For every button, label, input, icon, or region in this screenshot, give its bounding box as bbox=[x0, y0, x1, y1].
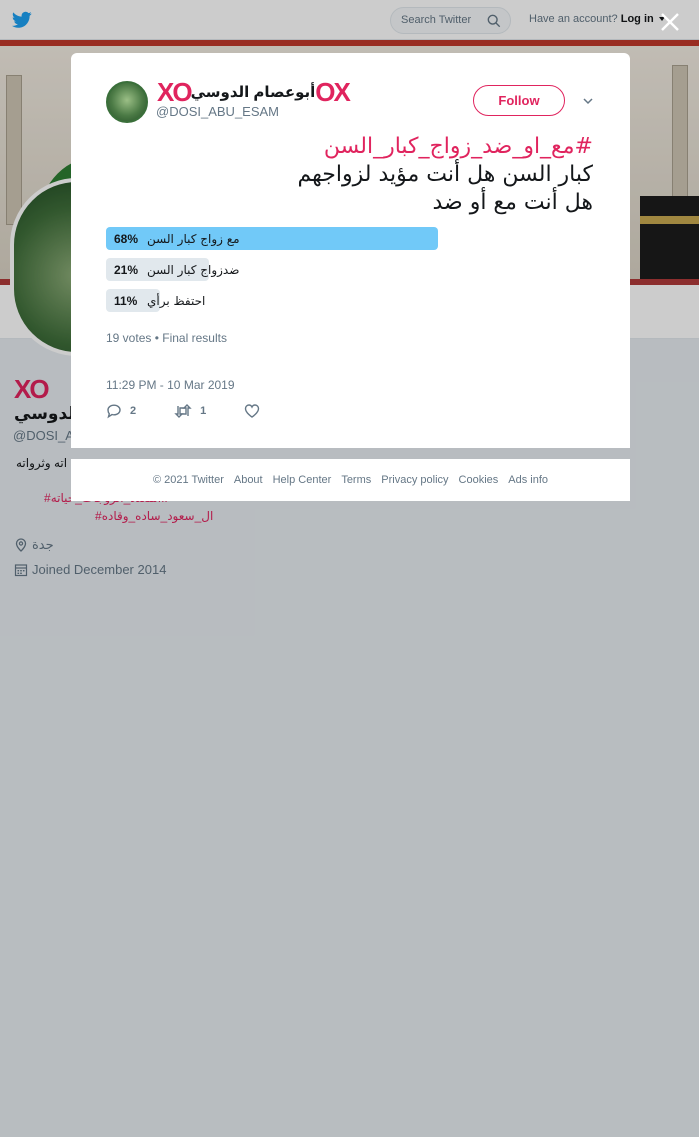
tweet-modal: XO أبوعصام الدوسي OX @DOSI_ABU_ESAM Foll… bbox=[71, 53, 630, 448]
chevron-down-icon[interactable] bbox=[582, 95, 594, 107]
footer-help-link[interactable]: Help Center bbox=[273, 474, 332, 486]
tweet-text: #مع_او_ضد_زواج_كبار_السن كبار السن هل أن… bbox=[173, 133, 593, 217]
tweet-author-name[interactable]: XO أبوعصام الدوسي OX bbox=[157, 77, 351, 107]
tweet-hashtag[interactable]: #مع_او_ضد_زواج_كبار_السن bbox=[173, 133, 593, 161]
retweet-button[interactable]: 1 bbox=[174, 403, 206, 419]
footer-cookies-link[interactable]: Cookies bbox=[459, 474, 499, 486]
author-mark-left: XO bbox=[157, 77, 193, 107]
footer-ads-link[interactable]: Ads info bbox=[508, 474, 548, 486]
poll-separator: • bbox=[154, 331, 159, 345]
poll-option-label: مع زواج كبار السن bbox=[147, 232, 240, 246]
footer-privacy-link[interactable]: Privacy policy bbox=[381, 474, 448, 486]
close-icon[interactable] bbox=[660, 12, 680, 32]
poll-status: Final results bbox=[162, 331, 227, 345]
retweet-icon bbox=[174, 404, 192, 418]
poll-option-label: ضدزواج كبار السن bbox=[147, 263, 240, 277]
author-mark-right: OX bbox=[315, 77, 351, 107]
footer-about-link[interactable]: About bbox=[234, 474, 263, 486]
poll-option-label: احتفظ برأي bbox=[147, 294, 206, 308]
footer-copyright: © 2021 Twitter bbox=[152, 474, 224, 486]
poll-percent: 21% bbox=[114, 263, 139, 277]
poll-option: 21% ضدزواج كبار السن bbox=[106, 258, 438, 281]
poll-meta: 19 votes • Final results bbox=[106, 331, 227, 345]
reply-count: 2 bbox=[130, 405, 137, 417]
modal-footer: © 2021 Twitter About Help Center Terms P… bbox=[71, 459, 630, 501]
reply-button[interactable]: 2 bbox=[106, 403, 136, 419]
poll-votes: 19 votes bbox=[106, 331, 152, 345]
author-name-text: أبوعصام الدوسي bbox=[190, 84, 316, 101]
poll-percent: 68% bbox=[114, 232, 139, 246]
follow-button[interactable]: Follow bbox=[473, 85, 565, 116]
heart-icon bbox=[245, 404, 260, 418]
retweet-count: 1 bbox=[200, 405, 207, 417]
tweet-author-avatar[interactable] bbox=[106, 81, 148, 123]
reply-icon bbox=[107, 404, 121, 419]
poll-option: 11% احتفظ برأي bbox=[106, 289, 438, 312]
tweet-text-line: هل أنت مع أو ضد bbox=[432, 190, 593, 215]
tweet-author-handle[interactable]: @DOSI_ABU_ESAM bbox=[156, 104, 279, 119]
poll-percent: 11% bbox=[114, 294, 138, 308]
poll-option: 68% مع زواج كبار السن bbox=[106, 227, 438, 250]
tweet-actions: 2 1 bbox=[106, 403, 306, 419]
like-button[interactable] bbox=[244, 403, 268, 419]
tweet-timestamp[interactable]: 11:29 PM - 10 Mar 2019 bbox=[106, 378, 235, 392]
footer-terms-link[interactable]: Terms bbox=[341, 474, 371, 486]
tweet-text-line: كبار السن هل أنت مؤيد لزواجهم bbox=[297, 162, 593, 187]
poll: 68% مع زواج كبار السن 21% ضدزواج كبار ال… bbox=[106, 227, 438, 320]
